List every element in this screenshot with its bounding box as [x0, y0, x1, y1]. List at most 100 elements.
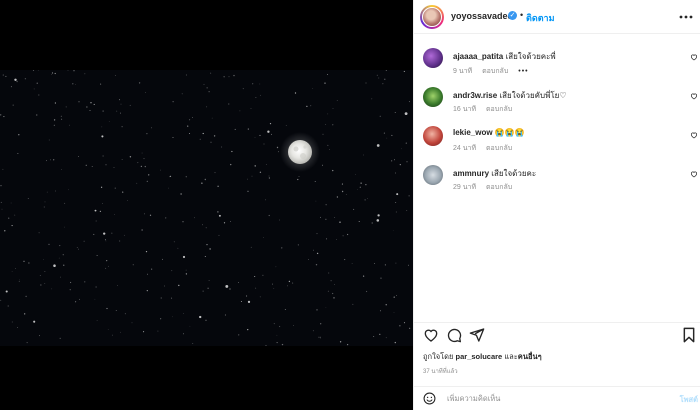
star: [341, 183, 343, 185]
star: [259, 296, 261, 298]
star: [162, 258, 163, 260]
star: [100, 83, 102, 85]
comment-button[interactable]: [446, 327, 462, 348]
star: [404, 112, 408, 116]
liked-by-user[interactable]: par_solucare: [456, 352, 503, 361]
star: [146, 290, 148, 292]
star: [214, 172, 216, 174]
star: [0, 299, 2, 301]
save-button[interactable]: [682, 327, 696, 348]
heart-icon[interactable]: [690, 170, 698, 180]
star: [297, 244, 300, 246]
smiley-icon[interactable]: [423, 392, 436, 410]
star: [379, 115, 381, 117]
star: [320, 323, 322, 325]
like-button[interactable]: [423, 327, 439, 348]
star: [14, 78, 17, 82]
star: [406, 161, 408, 163]
star: [68, 189, 69, 191]
comment-username[interactable]: ammnury: [453, 169, 489, 178]
comment-username[interactable]: lekie_wow: [453, 128, 493, 137]
star: [39, 275, 41, 276]
star: [64, 202, 66, 204]
star: [0, 185, 2, 187]
commenter-avatar[interactable]: [423, 48, 443, 68]
star: [205, 227, 207, 229]
star: [331, 292, 334, 295]
star: [287, 285, 289, 287]
moon: [288, 140, 312, 164]
star: [325, 204, 327, 206]
share-button[interactable]: [469, 327, 485, 348]
star: [217, 185, 219, 187]
separator-dot: •: [520, 10, 524, 20]
night-sky-image: [0, 70, 411, 346]
star: [101, 135, 104, 138]
post-timestamp[interactable]: 37 นาทีที่แล้ว: [423, 366, 458, 376]
star: [263, 143, 265, 145]
heart-icon[interactable]: [690, 131, 698, 141]
post-username[interactable]: yoyossavadee: [451, 11, 513, 21]
comment-input[interactable]: [447, 391, 647, 405]
star: [43, 206, 45, 208]
comment-username[interactable]: andr3w.rise: [453, 91, 497, 100]
star: [181, 93, 183, 95]
post-comment-button[interactable]: โพสต์: [680, 394, 698, 406]
star: [89, 109, 91, 112]
star: [102, 155, 104, 157]
star: [312, 87, 314, 89]
star: [330, 280, 332, 282]
star: [223, 76, 225, 78]
star: [386, 137, 388, 139]
star: [17, 153, 19, 154]
comment-username[interactable]: ajaaaa_patita: [453, 52, 503, 61]
story-ring[interactable]: [420, 5, 444, 29]
star: [276, 146, 279, 149]
star: [275, 266, 277, 268]
star: [320, 216, 321, 218]
star: [394, 159, 395, 161]
star: [55, 190, 56, 192]
star: [146, 180, 148, 183]
star: [48, 243, 50, 246]
star: [399, 164, 401, 166]
star: [234, 128, 236, 130]
star: [160, 169, 161, 171]
heart-icon[interactable]: [690, 92, 698, 102]
star: [11, 321, 13, 323]
star: [183, 313, 184, 314]
liked-by-others[interactable]: คนอื่นๆ: [518, 352, 542, 361]
reply-button[interactable]: ตอบกลับ: [486, 184, 512, 191]
commenter-avatar[interactable]: [423, 87, 443, 107]
star: [380, 277, 382, 279]
reply-button[interactable]: ตอบกลับ: [486, 145, 512, 152]
star: [393, 312, 395, 313]
star: [391, 134, 393, 136]
star: [96, 320, 98, 321]
commenter-avatar[interactable]: [423, 165, 443, 185]
more-options-icon[interactable]: [679, 8, 693, 22]
star: [376, 219, 380, 222]
night-sky-photo[interactable]: [0, 70, 413, 346]
star: [358, 220, 360, 223]
star: [106, 307, 108, 310]
commenter-avatar[interactable]: [423, 126, 443, 146]
star: [408, 195, 410, 197]
star: [143, 158, 145, 160]
star: [202, 132, 204, 135]
star: [36, 82, 38, 84]
heart-icon[interactable]: [690, 53, 698, 63]
star: [138, 82, 141, 84]
star: [106, 260, 108, 262]
star: [148, 174, 150, 176]
star: [210, 72, 212, 74]
reply-button[interactable]: ตอบกลับ: [486, 106, 512, 113]
star: [273, 323, 275, 325]
star: [332, 108, 334, 109]
star: [78, 101, 80, 103]
comment-more-button[interactable]: •••: [518, 68, 528, 75]
follow-button[interactable]: ติดตาม: [526, 11, 555, 25]
star: [119, 99, 121, 101]
reply-button[interactable]: ตอบกลับ: [482, 68, 508, 75]
star: [344, 259, 346, 261]
